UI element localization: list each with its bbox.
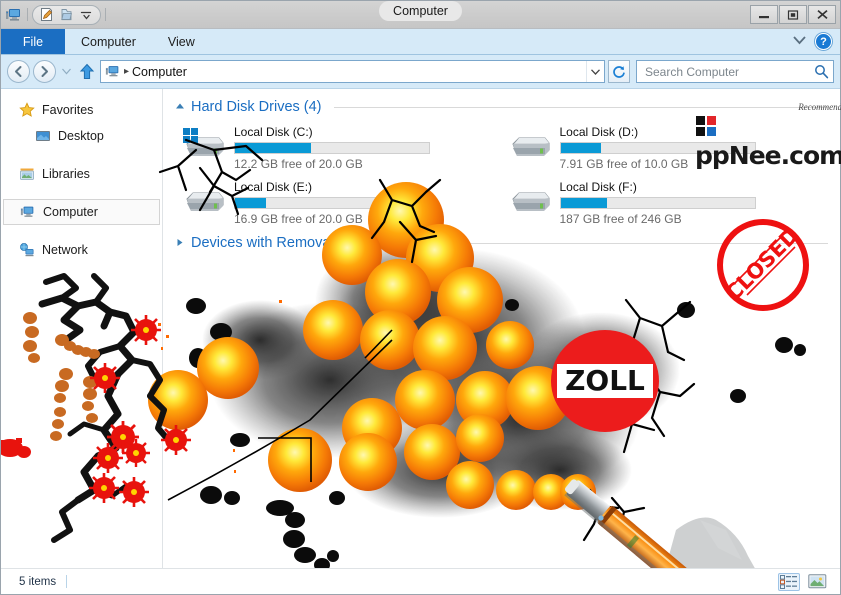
search-input[interactable] <box>636 60 834 83</box>
group-title: Hard Disk Drives (4) <box>191 99 322 115</box>
hard-drive-icon <box>507 179 553 219</box>
content-pane: Hard Disk Drives (4) Local Disk (C:) 12.… <box>163 89 840 568</box>
forward-button[interactable] <box>33 60 56 83</box>
large-icons-view-button[interactable] <box>806 573 828 591</box>
sidebar-label-desktop: Desktop <box>58 129 104 143</box>
group-title-2: Devices with Removable Storage (1) <box>191 235 427 251</box>
tab-view[interactable]: View <box>152 29 211 54</box>
sidebar-item-desktop[interactable]: Desktop <box>1 123 162 149</box>
drive-info-d: Local Disk (D:) 7.91 GB free of 10.0 GB <box>559 124 833 171</box>
libraries-icon <box>19 166 35 182</box>
quick-access-toolbar <box>5 4 108 25</box>
chevron-down-icon[interactable] <box>792 34 807 49</box>
drive-grid: Local Disk (C:) 12.2 GB free of 20.0 GB <box>163 117 840 229</box>
drive-item-e[interactable]: Local Disk (E:) 16.9 GB free of 20.0 GB <box>181 176 507 229</box>
new-folder-icon[interactable] <box>58 6 75 23</box>
address-bar: ▸ Computer <box>1 55 840 89</box>
help-icon[interactable]: ? <box>815 33 832 50</box>
drive-name-f: Local Disk (F:) <box>559 180 637 194</box>
details-view-button[interactable] <box>778 572 800 591</box>
drive-capacity-bar-f <box>559 197 756 209</box>
hard-drive-icon <box>181 124 227 164</box>
maximize-button[interactable] <box>779 5 807 24</box>
breadcrumb-path[interactable]: Computer <box>132 65 187 79</box>
sidebar-item-favorites[interactable]: Favorites <box>1 97 162 123</box>
toolbar-divider <box>27 8 28 21</box>
desktop-icon <box>35 128 51 144</box>
close-button[interactable] <box>808 5 836 24</box>
group-header-hard-disk-drives[interactable]: Hard Disk Drives (4) <box>163 89 840 117</box>
drive-item-f[interactable]: Local Disk (F:) 187 GB free of 246 GB <box>507 176 833 229</box>
breadcrumb-dropdown-icon[interactable] <box>586 61 604 82</box>
drive-free-d: 7.91 GB free of 10.0 GB <box>559 157 689 171</box>
star-icon <box>19 102 35 118</box>
drive-free-c: 12.2 GB free of 20.0 GB <box>234 157 363 171</box>
drive-name-c: Local Disk (C:) <box>234 125 313 139</box>
sidebar-label-libraries: Libraries <box>42 167 90 181</box>
group-divider <box>333 106 828 108</box>
expand-triangle-icon[interactable] <box>175 238 185 249</box>
collapse-triangle-icon[interactable] <box>175 102 185 113</box>
sidebar-item-network[interactable]: Network <box>1 237 162 263</box>
sidebar-label-network: Network <box>42 243 88 257</box>
explorer-window: Computer File Computer View ? ▸ Computer… <box>0 0 841 595</box>
navigation-pane: Favorites Desktop Libraries Computer Net… <box>1 89 163 568</box>
hard-drive-icon <box>181 179 227 219</box>
window-title: Computer <box>1 1 840 21</box>
drive-item-d[interactable]: Local Disk (D:) 7.91 GB free of 10.0 GB <box>507 121 833 174</box>
refresh-button[interactable] <box>608 60 630 83</box>
drive-item-c[interactable]: Local Disk (C:) 12.2 GB free of 20.0 GB <box>181 121 507 174</box>
customize-dropdown-icon[interactable] <box>78 6 95 23</box>
breadcrumb[interactable]: ▸ Computer <box>100 60 605 83</box>
tab-file[interactable]: File <box>1 29 65 54</box>
drive-capacity-bar-e <box>234 197 430 209</box>
status-divider <box>66 575 68 588</box>
window-controls <box>750 5 840 24</box>
ribbon-right-controls: ? <box>792 29 840 54</box>
network-icon <box>19 242 35 258</box>
properties-icon[interactable] <box>38 6 55 23</box>
drive-capacity-bar-d <box>559 142 756 154</box>
group-header-removable-storage[interactable]: Devices with Removable Storage (1) <box>163 229 840 253</box>
sidebar-gap-2 <box>1 187 162 199</box>
sidebar-gap-1 <box>1 149 162 161</box>
toolbar-divider-2 <box>105 8 106 21</box>
drive-capacity-bar-c <box>234 142 430 154</box>
breadcrumb-computer-icon <box>105 64 121 79</box>
search-field[interactable] <box>643 63 814 80</box>
minimize-button[interactable] <box>750 5 778 24</box>
drive-free-f: 187 GB free of 246 GB <box>559 212 682 226</box>
back-button[interactable] <box>7 60 30 83</box>
item-count-label: 5 items <box>19 575 57 588</box>
sidebar-item-computer[interactable]: Computer <box>3 199 160 225</box>
search-icon[interactable] <box>814 64 829 79</box>
drive-info-c: Local Disk (C:) 12.2 GB free of 20.0 GB <box>234 124 507 171</box>
status-bar: 5 items <box>1 568 840 594</box>
breadcrumb-separator[interactable]: ▸ <box>124 66 129 77</box>
ribbon-tab-bar: File Computer View ? <box>1 29 840 55</box>
hard-drive-icon <box>507 124 553 164</box>
drive-free-e: 16.9 GB free of 20.0 GB <box>234 212 363 226</box>
up-button[interactable] <box>77 61 97 83</box>
drive-info-e: Local Disk (E:) 16.9 GB free of 20.0 GB <box>234 179 507 226</box>
view-mode-buttons <box>778 572 832 591</box>
title-bar: Computer <box>1 1 840 29</box>
sidebar-label-favorites: Favorites <box>42 103 94 117</box>
sidebar-gap-3 <box>1 225 162 237</box>
drive-name-d: Local Disk (D:) <box>559 125 639 139</box>
group-divider-2 <box>438 242 828 244</box>
drive-name-e: Local Disk (E:) <box>234 180 313 194</box>
tab-computer[interactable]: Computer <box>65 29 152 54</box>
sidebar-label-computer: Computer <box>43 205 98 219</box>
window-body: Favorites Desktop Libraries Computer Net… <box>1 89 840 568</box>
recent-locations-button[interactable] <box>59 67 74 77</box>
computer-icon <box>5 6 23 24</box>
computer-icon <box>20 204 36 220</box>
drive-info-f: Local Disk (F:) 187 GB free of 246 GB <box>559 179 833 226</box>
quick-access-buttons <box>32 4 101 25</box>
sidebar-item-libraries[interactable]: Libraries <box>1 161 162 187</box>
